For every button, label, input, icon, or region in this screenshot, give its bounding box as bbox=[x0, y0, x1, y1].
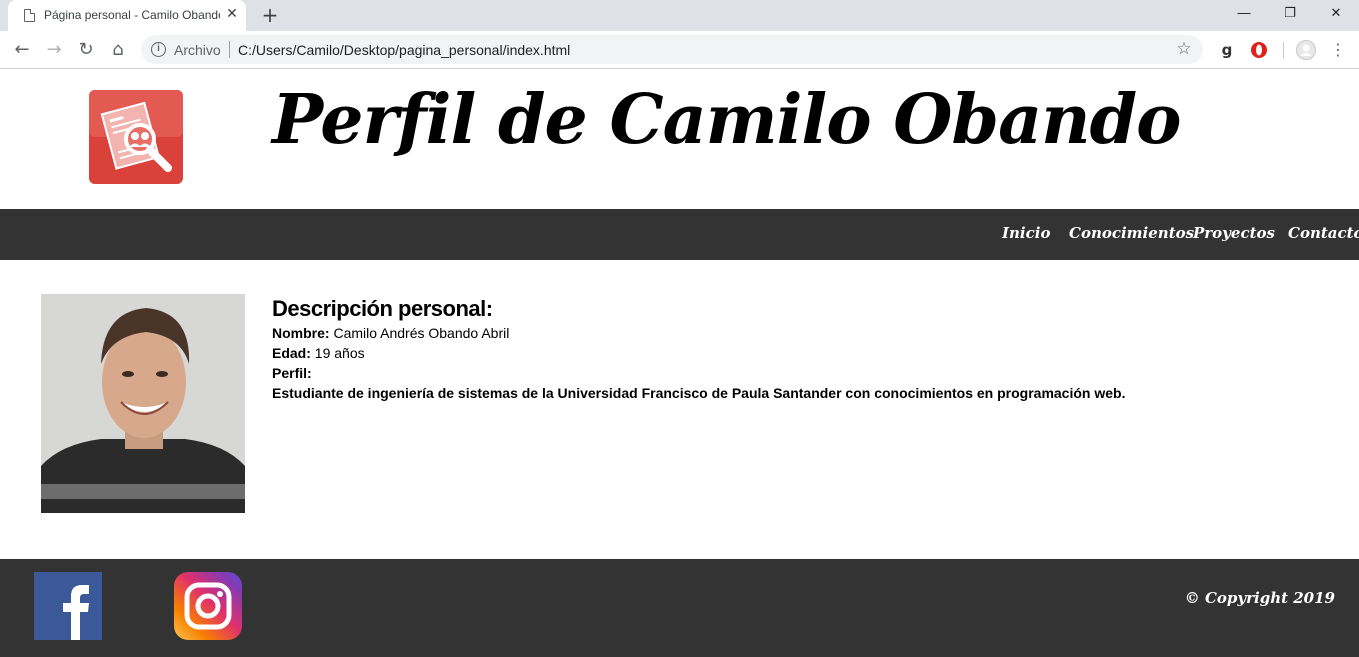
copyright-text: © Copyright 2019 bbox=[1184, 589, 1335, 607]
tab-strip: Página personal - Camilo Obando Abril ✕ … bbox=[0, 0, 1359, 31]
description-heading: Descripción personal: bbox=[272, 296, 493, 321]
personal-description: Descripción personal: Nombre: Camilo And… bbox=[272, 295, 1332, 403]
nav-link-inicio[interactable]: Inicio bbox=[1002, 224, 1050, 242]
profile-photo bbox=[41, 294, 245, 513]
instagram-icon[interactable] bbox=[174, 572, 242, 640]
address-bar[interactable]: i Archivo C:/Users/Camilo/Desktop/pagina… bbox=[141, 35, 1203, 64]
close-window-button[interactable]: ✕ bbox=[1313, 0, 1359, 31]
close-tab-icon[interactable]: ✕ bbox=[224, 6, 240, 22]
star-icon[interactable]: ☆ bbox=[1173, 38, 1195, 60]
toolbar-separator bbox=[1283, 42, 1284, 58]
facebook-icon[interactable] bbox=[34, 572, 102, 640]
name-label: Nombre: bbox=[272, 325, 330, 341]
grammarly-icon[interactable]: g bbox=[1215, 37, 1239, 63]
profile-icon[interactable] bbox=[1294, 37, 1318, 63]
menu-icon[interactable]: ⋮ bbox=[1326, 37, 1350, 63]
nav-link-contacto[interactable]: Contacto bbox=[1288, 224, 1359, 242]
nav-link-proyectos[interactable]: Proyectos bbox=[1193, 224, 1275, 242]
back-icon[interactable]: ← bbox=[9, 37, 35, 63]
profile-text: Estudiante de ingeniería de sistemas de … bbox=[272, 385, 1126, 401]
opera-icon[interactable] bbox=[1247, 37, 1271, 63]
page-icon bbox=[24, 9, 35, 22]
profile-label: Perfil: bbox=[272, 365, 312, 381]
restore-button[interactable]: ❐ bbox=[1267, 0, 1313, 31]
age-value: 19 años bbox=[314, 345, 365, 361]
page-header: Perfil de Camilo Obando bbox=[0, 70, 1359, 209]
scheme-label: Archivo bbox=[174, 42, 221, 58]
age-label: Edad: bbox=[272, 345, 311, 361]
info-icon[interactable]: i bbox=[151, 42, 166, 57]
browser-toolbar: ← → ↻ ⌂ i Archivo C:/Users/Camilo/Deskto… bbox=[0, 31, 1359, 69]
browser-tab[interactable]: Página personal - Camilo Obando Abril ✕ bbox=[8, 0, 246, 31]
name-row: Nombre: Camilo Andrés Obando Abril bbox=[272, 323, 1332, 343]
main-nav: Inicio Conocimientos Proyectos Contacto bbox=[0, 209, 1359, 260]
tab-title: Página personal - Camilo Obando Abril bbox=[44, 8, 220, 22]
age-row: Edad: 19 años bbox=[272, 343, 1332, 363]
name-value: Camilo Andrés Obando Abril bbox=[333, 325, 510, 341]
page-footer: © Copyright 2019 bbox=[0, 559, 1359, 657]
new-tab-button[interactable]: + bbox=[258, 4, 282, 28]
nav-link-conocimientos[interactable]: Conocimientos bbox=[1069, 224, 1194, 242]
url-text[interactable]: C:/Users/Camilo/Desktop/pagina_personal/… bbox=[238, 42, 570, 58]
separator bbox=[229, 41, 230, 58]
forward-icon[interactable]: → bbox=[41, 37, 67, 63]
reload-icon[interactable]: ↻ bbox=[73, 37, 99, 63]
home-icon[interactable]: ⌂ bbox=[105, 37, 131, 63]
profile-search-logo-icon bbox=[88, 89, 184, 185]
page-title: Perfil de Camilo Obando bbox=[272, 80, 1181, 160]
minimize-button[interactable]: ― bbox=[1221, 0, 1267, 31]
